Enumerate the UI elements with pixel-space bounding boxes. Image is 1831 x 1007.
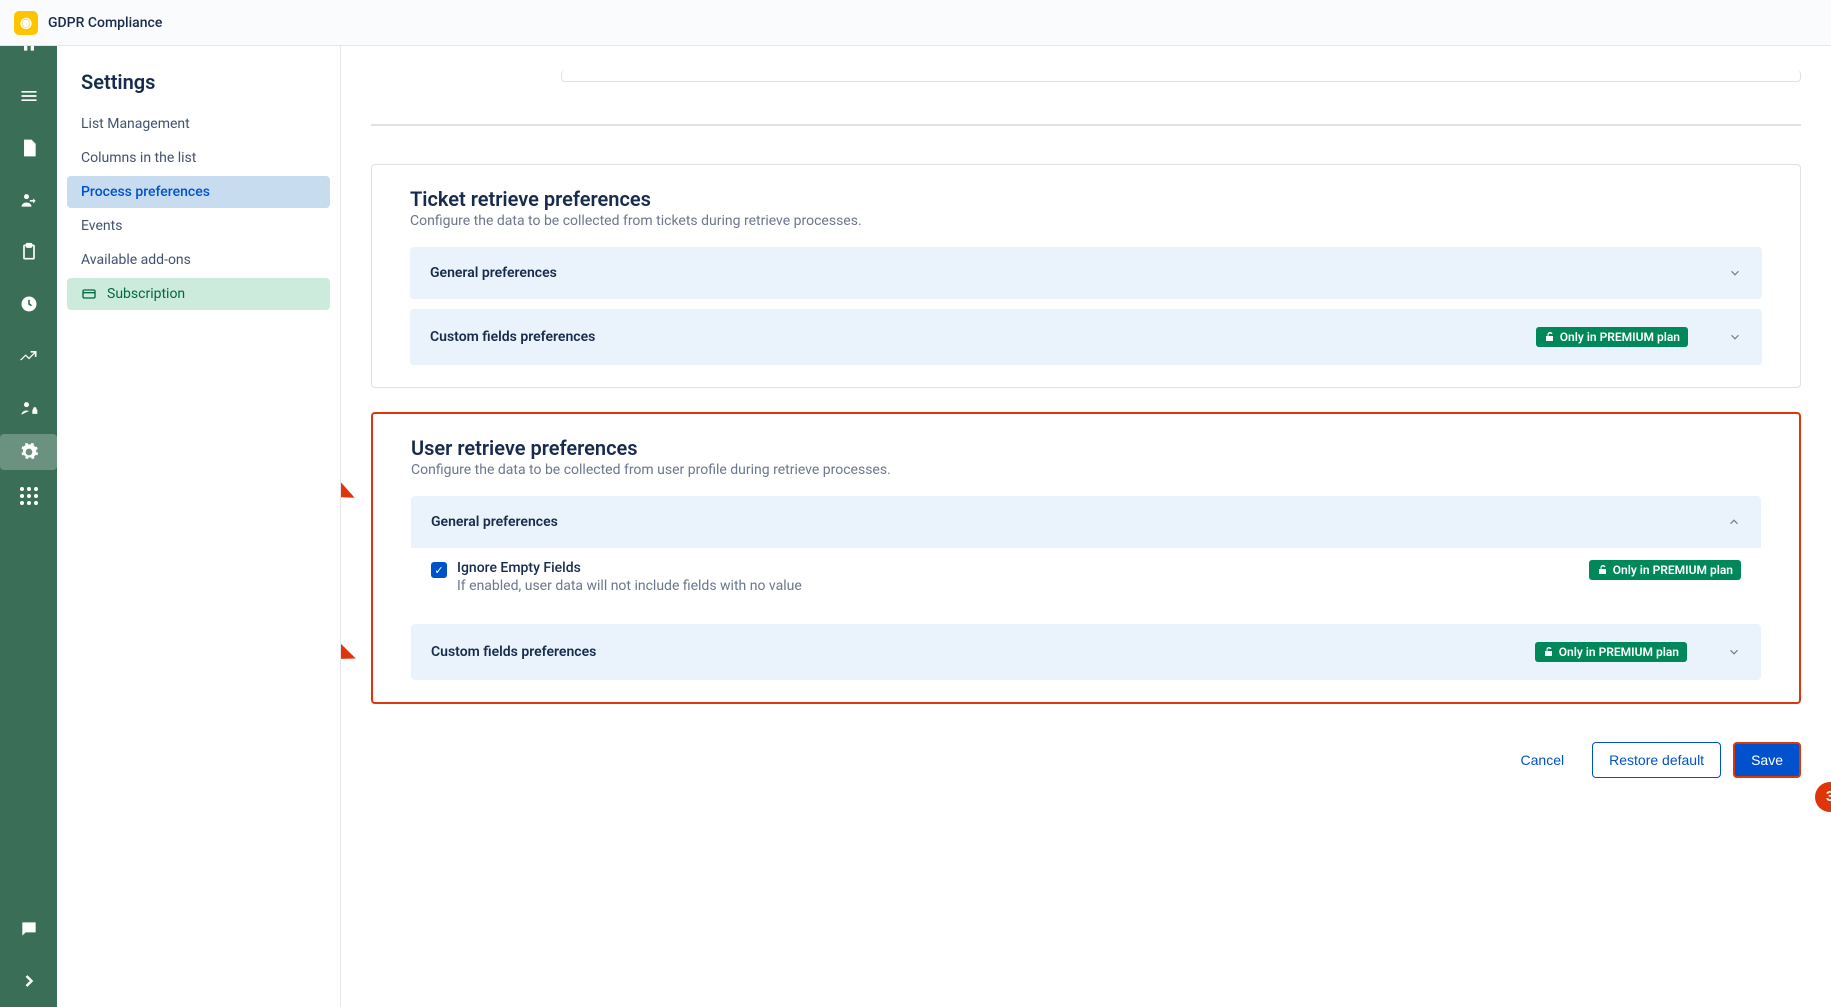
home-icon[interactable] [17, 32, 41, 56]
panel-title: General preferences [431, 514, 558, 530]
lock-open-icon [1544, 331, 1556, 343]
sidebar-item-events[interactable]: Events [67, 210, 330, 242]
restore-default-button[interactable]: Restore default [1592, 742, 1721, 778]
footer-actions: Cancel Restore default Save [371, 728, 1801, 792]
user-general-panel-body: ✓ Ignore Empty Fields If enabled, user d… [411, 548, 1761, 624]
card-icon [81, 286, 97, 302]
ticket-section-title: Ticket retrieve preferences [410, 187, 1762, 211]
main-content: 1 2 3 Ticket retrieve preferences Config… [341, 46, 1831, 1007]
panel-title: Custom fields preferences [431, 644, 596, 660]
sidebar-item-subscription[interactable]: Subscription [67, 278, 330, 310]
chevron-down-icon [1728, 266, 1742, 280]
sidebar-item-list-management[interactable]: List Management [67, 108, 330, 140]
ticket-section-desc: Configure the data to be collected from … [410, 213, 1762, 229]
annotation-arrow-2 [341, 569, 368, 669]
sidebar-item-addons[interactable]: Available add-ons [67, 244, 330, 276]
comment-icon[interactable] [17, 917, 41, 941]
chevron-right-icon[interactable] [17, 969, 41, 993]
ticket-preferences-card: Ticket retrieve preferences Configure th… [371, 164, 1801, 388]
clock-icon[interactable] [17, 292, 41, 316]
sidebar-title: Settings [67, 70, 330, 108]
left-rail [0, 0, 57, 1007]
chevron-down-icon [1728, 330, 1742, 344]
user-custom-fields-panel[interactable]: Custom fields preferences Only in PREMIU… [411, 624, 1761, 680]
sidebar-item-process-preferences[interactable]: Process preferences [67, 176, 330, 208]
user-section-title: User retrieve preferences [411, 436, 1761, 460]
chevron-down-icon [1727, 645, 1741, 659]
apps-icon[interactable] [17, 484, 41, 508]
cancel-button[interactable]: Cancel [1505, 742, 1581, 778]
annotation-arrow-1 [341, 408, 367, 508]
premium-badge: Only in PREMIUM plan [1589, 560, 1741, 580]
ignore-empty-fields-checkbox[interactable]: ✓ [431, 562, 447, 578]
list-icon[interactable] [17, 84, 41, 108]
panel-title: Custom fields preferences [430, 329, 595, 345]
user-preferences-card: User retrieve preferences Configure the … [371, 412, 1801, 704]
ticket-custom-fields-panel[interactable]: Custom fields preferences Only in PREMIU… [410, 309, 1762, 365]
settings-icon[interactable] [0, 434, 57, 470]
option-label: Ignore Empty Fields [457, 560, 802, 576]
divider-line [371, 124, 1801, 126]
settings-sidebar: Settings List Management Columns in the … [57, 46, 341, 1007]
previous-card-fragment [561, 70, 1801, 82]
chart-icon[interactable] [17, 344, 41, 368]
document-icon[interactable] [17, 136, 41, 160]
premium-badge: Only in PREMIUM plan [1536, 327, 1688, 347]
ticket-general-panel[interactable]: General preferences [410, 247, 1762, 299]
sidebar-item-columns[interactable]: Columns in the list [67, 142, 330, 174]
lock-open-icon [1543, 646, 1555, 658]
user-general-panel[interactable]: General preferences [411, 496, 1761, 548]
user-lock-icon[interactable] [17, 396, 41, 420]
user-transfer-icon[interactable] [17, 188, 41, 212]
user-section-desc: Configure the data to be collected from … [411, 462, 1761, 478]
annotation-marker-3: 3 [1815, 782, 1831, 812]
option-desc: If enabled, user data will not include f… [457, 578, 802, 594]
save-button[interactable]: Save [1733, 742, 1801, 778]
lock-open-icon [1597, 564, 1609, 576]
premium-badge: Only in PREMIUM plan [1535, 642, 1687, 662]
panel-title: General preferences [430, 265, 557, 281]
clipboard-icon[interactable] [17, 240, 41, 264]
chevron-up-icon [1727, 515, 1741, 529]
